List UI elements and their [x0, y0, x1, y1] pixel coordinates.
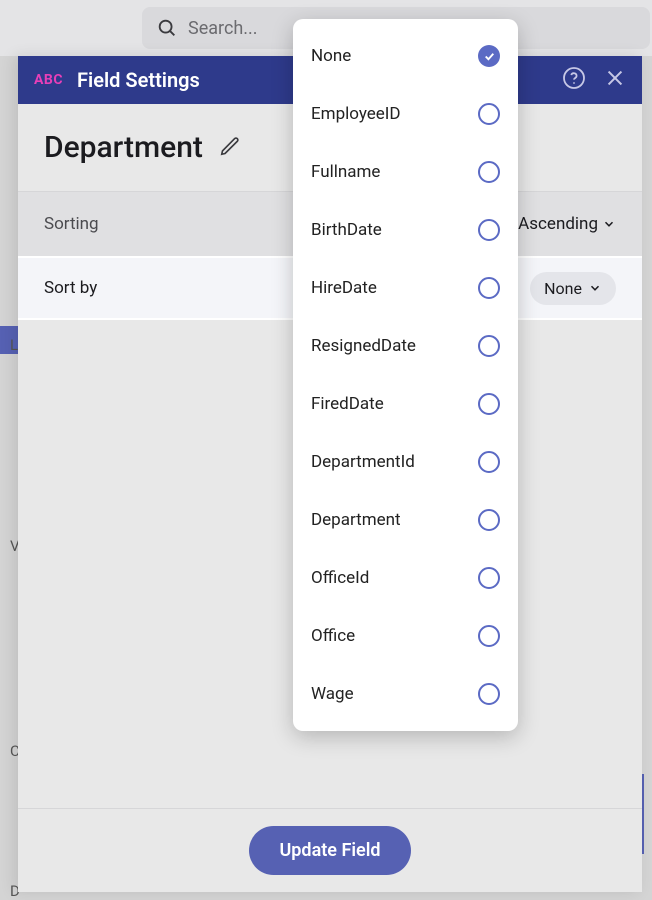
sort-by-select[interactable]: None — [530, 272, 616, 305]
dropdown-item-label: Office — [311, 626, 355, 646]
radio-unselected-icon — [478, 103, 500, 125]
dropdown-item[interactable]: Department — [293, 491, 518, 549]
dropdown-item[interactable]: ResignedDate — [293, 317, 518, 375]
search-icon — [156, 17, 178, 39]
sort-by-dropdown: None EmployeeID Fullname BirthDate HireDate R… — [293, 19, 518, 731]
radio-unselected-icon — [478, 509, 500, 531]
close-icon — [604, 67, 626, 89]
dropdown-pointer — [530, 280, 542, 300]
sorting-label: Sorting — [44, 214, 99, 234]
dropdown-item[interactable]: None — [293, 27, 518, 85]
radio-unselected-icon — [478, 625, 500, 647]
sort-by-value: None — [544, 279, 582, 298]
bg-label: L — [10, 336, 18, 354]
radio-unselected-icon — [478, 393, 500, 415]
dropdown-item-label: Fullname — [311, 162, 380, 182]
dropdown-item-label: OfficeId — [311, 568, 369, 588]
radio-unselected-icon — [478, 683, 500, 705]
radio-unselected-icon — [478, 219, 500, 241]
dropdown-item[interactable]: BirthDate — [293, 201, 518, 259]
panel-footer: Update Field — [18, 808, 642, 892]
chevron-down-icon — [588, 281, 602, 295]
help-button[interactable] — [562, 66, 586, 94]
dropdown-item-label: DepartmentId — [311, 452, 415, 472]
dropdown-item[interactable]: DepartmentId — [293, 433, 518, 491]
dropdown-item[interactable]: Wage — [293, 665, 518, 723]
dropdown-item[interactable]: HireDate — [293, 259, 518, 317]
field-name: Department — [44, 130, 203, 165]
dropdown-item[interactable]: Fullname — [293, 143, 518, 201]
sort-direction-value: Ascending — [518, 214, 598, 234]
dropdown-item-label: FiredDate — [311, 394, 384, 414]
sort-by-label: Sort by — [44, 278, 97, 298]
dropdown-item-label: EmployeeID — [311, 104, 401, 124]
help-icon — [562, 66, 586, 90]
dropdown-item[interactable]: EmployeeID — [293, 85, 518, 143]
dropdown-item-label: Wage — [311, 684, 354, 704]
radio-unselected-icon — [478, 451, 500, 473]
panel-title: Field Settings — [77, 68, 200, 92]
dropdown-item-label: ResignedDate — [311, 336, 416, 356]
dropdown-item[interactable]: Office — [293, 607, 518, 665]
dropdown-item-label: None — [311, 46, 351, 66]
check-icon — [478, 45, 500, 67]
pencil-icon — [219, 135, 241, 157]
radio-unselected-icon — [478, 567, 500, 589]
dropdown-item[interactable]: OfficeId — [293, 549, 518, 607]
dropdown-item[interactable]: FiredDate — [293, 375, 518, 433]
dropdown-item-label: BirthDate — [311, 220, 382, 240]
radio-unselected-icon — [478, 277, 500, 299]
sort-direction-select[interactable]: Ascending — [518, 214, 616, 234]
radio-unselected-icon — [478, 335, 500, 357]
update-field-button[interactable]: Update Field — [249, 826, 410, 875]
radio-unselected-icon — [478, 161, 500, 183]
field-type-badge: ABC — [34, 72, 63, 88]
edit-name-button[interactable] — [219, 135, 241, 161]
dropdown-item-label: Department — [311, 510, 401, 530]
close-button[interactable] — [604, 67, 626, 93]
dropdown-item-label: HireDate — [311, 278, 377, 298]
chevron-down-icon — [602, 217, 616, 231]
